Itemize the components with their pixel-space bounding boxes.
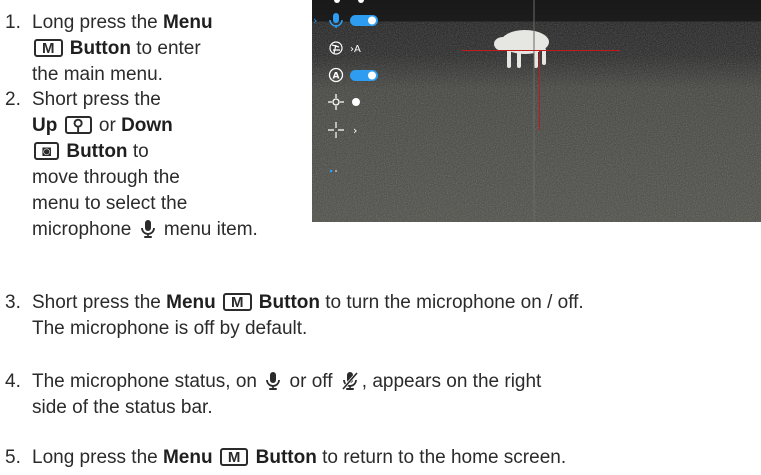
thermal-device-screen: › ›A A › [312,0,761,222]
step-line: Short press the Menu M Button to turn th… [32,290,584,316]
text-run: menu to select the [32,193,188,214]
microphone-icon [266,372,281,398]
step-text: Long press the Menu M Button to return t… [32,445,566,471]
step-text: Short press the Menu M Button to turn th… [32,290,584,342]
step-text: Short press the Up ⚲ or Down ◙ Button to mo… [32,87,258,243]
menu-item-aperture[interactable]: ›A [312,38,392,58]
menu-item-microphone[interactable]: › [312,10,392,30]
text-run: or off [284,371,338,392]
step-line: Short press the [32,87,258,113]
step-line: Long press the Menu [32,10,213,36]
microphone-icon [140,220,155,246]
text-run: to return to the home screen. [316,447,567,468]
button-key-icon: M [219,448,249,466]
svg-text:A: A [333,72,340,82]
text-run: Short press the [32,292,167,313]
text-run: microphone [32,219,137,240]
step-line: side of the status bar. [32,395,541,421]
button-key-icon: ◙ [34,142,60,160]
text-run: The microphone is off by default. [32,318,308,339]
bold-term: Button [69,38,131,59]
step-line: The microphone status, on or off , appea… [32,369,541,395]
text-run: side of the status bar. [32,397,213,418]
step-line: move through the [32,165,258,191]
step-line: Long press the Menu M Button to return t… [32,445,566,471]
step-line: menu to select the [32,191,258,217]
step-line: The microphone is off by default. [32,316,584,342]
step-line: M Button to enter [32,36,213,62]
text-run: to [127,141,149,162]
svg-text:›: › [313,14,317,27]
step-number: 5. [5,447,21,468]
move-icon [328,94,344,110]
text-run: Long press the [32,12,163,33]
bold-term: Down [121,115,173,136]
menu-item-auto[interactable]: A [312,65,392,85]
reticle-vertical [539,50,540,130]
text-run: , appears on the right [361,371,542,392]
text-run: Short press the [32,89,161,110]
step-line: ◙ Button to [32,139,258,165]
text-run [216,292,221,313]
step-number: 1. [5,12,21,33]
step-number: 3. [5,292,21,313]
dot-indicator [352,98,360,106]
bold-term: Menu [162,12,213,33]
microphone-off-icon [341,372,358,398]
aperture-icon [329,41,343,55]
page-dots [329,169,338,173]
step-text: Long press the Menu M Button to enter the … [32,10,213,88]
bold-term: Button [258,292,320,313]
step-line: the main menu. [32,62,213,88]
svg-text:›A: ›A [350,44,361,55]
text-run: to enter [130,38,201,59]
text-run: move through the [32,167,180,188]
text-run: menu item. [158,219,258,240]
button-key-icon: ⚲ [64,116,92,134]
menu-item-move[interactable] [312,92,392,112]
text-run: to turn the microphone on / off. [320,292,584,313]
button-key-icon: M [34,39,63,57]
text-run: or [93,115,122,136]
step-line: microphone menu item. [32,217,258,243]
text-run: The microphone status, on [32,371,263,392]
step-text: The microphone status, on or off , appea… [32,369,541,421]
step-number: 4. [5,371,21,392]
bold-term: Menu [162,447,213,468]
bold-term: Menu [166,292,216,313]
button-key-icon: M [223,293,252,311]
crosshair-icon [328,122,344,138]
step-number: 2. [5,89,21,110]
text-run: the main menu. [32,64,163,85]
menu-row-partial [334,0,364,3]
text-run: Long press the [32,447,163,468]
microphone-icon [329,13,343,28]
text-run [57,115,62,136]
reticle-horizontal [462,50,620,51]
bold-term: Button [255,447,317,468]
svg-text:›: › [353,124,357,137]
device-menu: › ›A A › [312,0,392,222]
text-run [213,447,218,468]
bold-term: Button [66,141,128,162]
step-line: Up ⚲ or Down [32,113,258,139]
auto-icon: A [328,67,344,83]
bold-term: Up [32,115,58,136]
menu-item-crosshair[interactable]: › [312,120,392,140]
